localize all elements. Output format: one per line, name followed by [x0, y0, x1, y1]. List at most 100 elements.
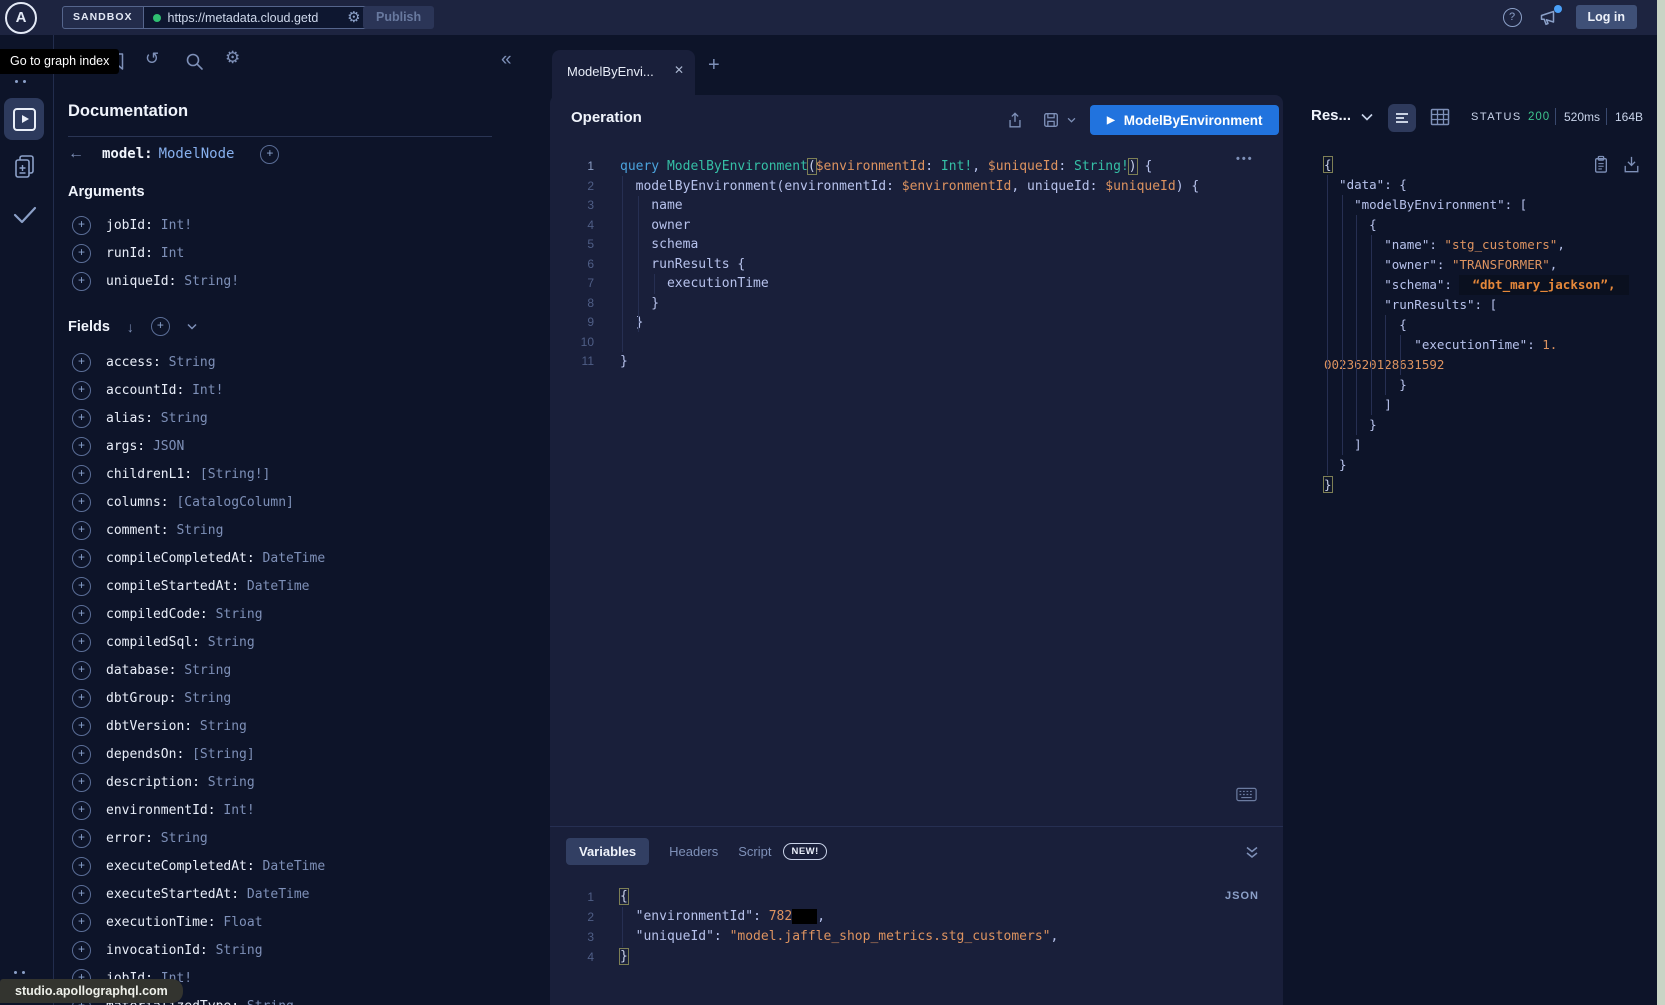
help-icon[interactable]: ?: [1503, 8, 1522, 27]
operation-card: Operation ▶ ModelByEnvironment ••• 12345…: [550, 95, 1283, 1005]
chevron-down-icon[interactable]: [187, 323, 197, 330]
add-to-operation-button[interactable]: +: [72, 409, 91, 428]
tab-headers[interactable]: Headers: [669, 844, 718, 859]
sidebar-item-explorer[interactable]: [4, 98, 44, 140]
endpoint-url-input[interactable]: https://metadata.cloud.getd ⚙: [144, 6, 368, 29]
announcements-button[interactable]: [1539, 8, 1559, 26]
code-line: "uniqueId": "model.jaffle_shop_metrics.s…: [620, 927, 1058, 947]
keyboard-shortcuts-icon[interactable]: [1236, 787, 1257, 802]
connection-settings-icon[interactable]: ⚙: [347, 8, 360, 26]
new-tab-button[interactable]: +: [708, 54, 720, 77]
field-row[interactable]: +database: String: [72, 656, 231, 684]
tab-script[interactable]: Script: [738, 844, 771, 859]
field-row[interactable]: +executeStartedAt: DateTime: [72, 880, 310, 908]
view-table-toggle[interactable]: [1430, 108, 1450, 126]
add-to-operation-button[interactable]: +: [72, 216, 91, 235]
field-row[interactable]: +dbtVersion: String: [72, 712, 247, 740]
sort-fields-icon[interactable]: ↓: [127, 319, 134, 335]
field-row[interactable]: +dbtGroup: String: [72, 684, 231, 712]
line-number: 7: [572, 274, 594, 294]
field-row[interactable]: +error: String: [72, 824, 208, 852]
field-row[interactable]: +description: String: [72, 768, 255, 796]
operation-editor[interactable]: query ModelByEnvironment($environmentId:…: [620, 157, 1199, 372]
login-button[interactable]: Log in: [1576, 5, 1638, 29]
code-token: ,: [1050, 929, 1058, 944]
save-options-chevron-icon[interactable]: [1067, 117, 1076, 123]
add-to-operation-button[interactable]: +: [72, 689, 91, 708]
field-row[interactable]: +childrenL1: [String!]: [72, 460, 270, 488]
publish-button[interactable]: Publish: [363, 6, 434, 29]
field-row[interactable]: +columns: [CatalogColumn]: [72, 488, 294, 516]
editor-options-icon[interactable]: •••: [1236, 153, 1254, 165]
add-to-operation-button[interactable]: +: [72, 773, 91, 792]
variables-editor[interactable]: { "environmentId": 782, "uniqueId": "mod…: [620, 887, 1058, 967]
add-to-operation-button[interactable]: +: [72, 605, 91, 624]
field-row[interactable]: +executeCompletedAt: DateTime: [72, 852, 325, 880]
sidebar-item-checks[interactable]: [11, 204, 39, 226]
add-to-operation-button[interactable]: +: [72, 913, 91, 932]
field-row[interactable]: +accountId: Int!: [72, 376, 223, 404]
tab-modelbyenvironment[interactable]: ModelByEnvi... ✕: [552, 50, 695, 98]
apollo-logo[interactable]: A: [5, 2, 37, 34]
field-row[interactable]: +compileStartedAt: DateTime: [72, 572, 310, 600]
back-arrow-icon[interactable]: ←: [68, 145, 102, 163]
add-to-operation-button[interactable]: +: [72, 829, 91, 848]
argument-row[interactable]: +jobId: Int!: [72, 211, 192, 239]
field-row[interactable]: + executionTime: Float: [72, 908, 263, 936]
code-line: "owner": "TRANSFORMER",: [1324, 255, 1629, 275]
response-dropdown-chevron-icon[interactable]: [1361, 113, 1373, 121]
add-to-operation-button[interactable]: +: [72, 493, 91, 512]
field-row[interactable]: +compiledSql: String: [72, 628, 255, 656]
share-icon[interactable]: [1006, 111, 1024, 130]
field-row[interactable]: +compileCompletedAt: DateTime: [72, 544, 325, 572]
add-to-operation-button[interactable]: +: [72, 244, 91, 263]
add-to-operation-button[interactable]: +: [72, 941, 91, 960]
add-to-operation-button[interactable]: +: [72, 272, 91, 291]
add-to-operation-button[interactable]: +: [72, 857, 91, 876]
field-row[interactable]: +args: JSON: [72, 432, 184, 460]
status-label: STATUS: [1471, 111, 1522, 123]
tab-variables[interactable]: Variables: [566, 838, 649, 865]
field-row[interactable]: +comment: String: [72, 516, 223, 544]
argument-row[interactable]: +runId: Int: [72, 239, 184, 267]
field-row[interactable]: +access: String: [72, 348, 216, 376]
add-to-operation-button[interactable]: +: [72, 577, 91, 596]
field-row[interactable]: +alias: String: [72, 404, 208, 432]
add-to-operation-button[interactable]: +: [72, 465, 91, 484]
endpoint-url-text[interactable]: https://metadata.cloud.getd: [168, 11, 341, 25]
collapse-section-icon[interactable]: [1245, 846, 1259, 859]
argument-row[interactable]: +uniqueId: String!: [72, 267, 239, 295]
sidebar-item-schema[interactable]: [12, 153, 38, 181]
add-to-operation-button[interactable]: +: [72, 661, 91, 680]
add-all-fields-button[interactable]: +: [260, 145, 279, 164]
field-row[interactable]: +invocationId: String: [72, 936, 263, 964]
run-operation-button[interactable]: ▶ ModelByEnvironment: [1090, 105, 1279, 135]
search-icon[interactable]: [185, 52, 204, 71]
collapse-panel-icon[interactable]: «: [501, 49, 512, 71]
add-to-operation-button[interactable]: +: [72, 549, 91, 568]
view-json-toggle[interactable]: [1388, 104, 1416, 132]
add-to-operation-button[interactable]: +: [72, 801, 91, 820]
add-to-operation-button[interactable]: +: [72, 521, 91, 540]
partial-icon: [15, 80, 26, 83]
response-json-viewer[interactable]: { "data": { "modelByEnvironment": [ { "n…: [1324, 155, 1629, 495]
close-tab-icon[interactable]: ✕: [674, 63, 684, 77]
add-to-operation-button[interactable]: +: [72, 885, 91, 904]
add-to-operation-button[interactable]: +: [72, 745, 91, 764]
add-to-operation-button[interactable]: +: [72, 633, 91, 652]
field-signature: executionTime: Float: [106, 915, 263, 930]
add-to-operation-button[interactable]: +: [72, 381, 91, 400]
field-row[interactable]: +dependsOn: [String]: [72, 740, 255, 768]
history-icon[interactable]: ↺: [145, 49, 159, 69]
line-number: 1: [572, 157, 594, 177]
field-row[interactable]: +compiledCode: String: [72, 600, 263, 628]
add-fields-button[interactable]: +: [151, 317, 170, 336]
add-to-operation-button[interactable]: +: [72, 717, 91, 736]
add-to-operation-button[interactable]: +: [72, 437, 91, 456]
settings-gear-icon[interactable]: ⚙: [225, 48, 240, 68]
type-value-link[interactable]: ModelNode: [159, 146, 235, 162]
field-row[interactable]: +environmentId: Int!: [72, 796, 255, 824]
add-to-operation-button[interactable]: +: [72, 353, 91, 372]
save-icon[interactable]: [1042, 111, 1060, 129]
code-token: }: [620, 315, 643, 330]
